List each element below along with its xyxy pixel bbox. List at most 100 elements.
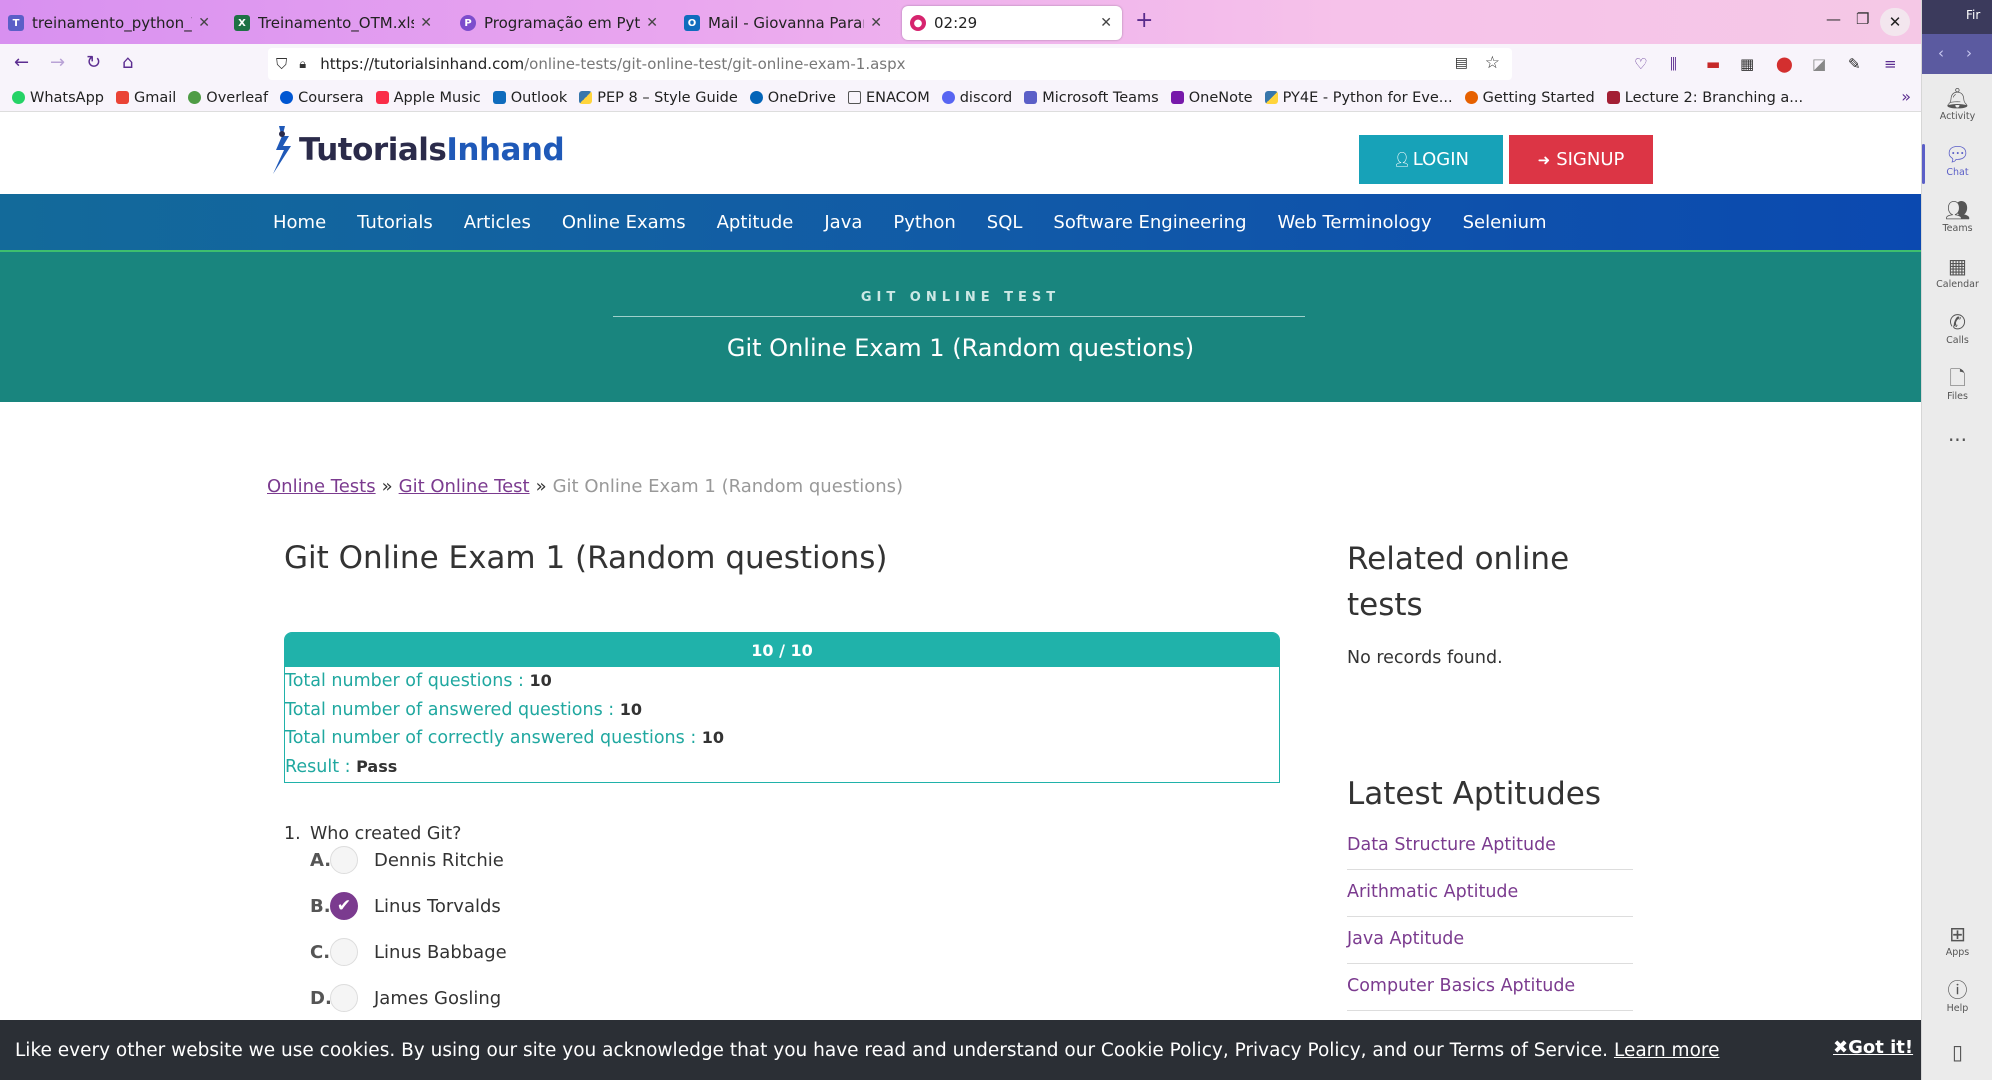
home-icon[interactable]: ⌂ bbox=[122, 52, 133, 73]
teams-icon: 👥︎ bbox=[1944, 198, 1971, 222]
bookmark-item[interactable]: Lecture 2: Branching a... bbox=[1606, 90, 1803, 106]
result-summary: 10 / 10 Total number of questions : 10 T… bbox=[284, 632, 1280, 783]
site-logo[interactable]: TutorialsInhand bbox=[267, 124, 565, 176]
chevron-right-icon[interactable]: » bbox=[1901, 87, 1911, 106]
minimize-icon[interactable]: — bbox=[1826, 10, 1841, 28]
radio-button[interactable] bbox=[330, 846, 358, 874]
bookmark-star-icon[interactable]: ☆ bbox=[1485, 53, 1500, 73]
bookmark-item[interactable]: WhatsApp bbox=[12, 90, 104, 106]
aptitude-link[interactable]: Arithmatic Aptitude bbox=[1347, 870, 1633, 917]
option-text: Linus Babbage bbox=[374, 941, 507, 963]
rail-more[interactable]: ··· bbox=[1922, 428, 1992, 452]
radio-button[interactable] bbox=[330, 938, 358, 966]
nav-web-terminology[interactable]: Web Terminology bbox=[1278, 212, 1432, 233]
rail-apps[interactable]: ⊞ Apps bbox=[1922, 922, 1992, 958]
bookmark-item[interactable]: PEP 8 – Style Guide bbox=[579, 90, 738, 106]
nav-tutorials[interactable]: Tutorials bbox=[357, 212, 433, 233]
got-it-button[interactable]: ✖Got it! bbox=[1833, 1037, 1913, 1058]
answer-option[interactable]: A. Dennis Ritchie bbox=[310, 846, 504, 874]
new-tab-icon[interactable]: + bbox=[1135, 8, 1153, 33]
timer-favicon-icon: ● bbox=[910, 15, 926, 31]
browser-tab-active[interactable]: ● 02:29 ✕ bbox=[902, 6, 1122, 40]
reload-icon[interactable]: ↻ bbox=[86, 52, 101, 73]
rail-back-icon[interactable]: ‹ bbox=[1938, 44, 1944, 62]
extension-icon[interactable]: ▦ bbox=[1740, 55, 1754, 73]
bookmark-item[interactable]: Overleaf bbox=[188, 90, 268, 106]
reader-view-icon[interactable]: ▤ bbox=[1455, 55, 1468, 71]
breadcrumb: Online Tests» Git Online Test» Git Online … bbox=[267, 476, 903, 497]
answer-option[interactable]: C. Linus Babbage bbox=[310, 938, 507, 966]
address-bar[interactable]: ⛉ 🔒︎ https://tutorialsinhand.com/online-… bbox=[268, 48, 1512, 80]
bookmark-label: Gmail bbox=[133, 89, 177, 106]
bookmark-item[interactable]: OneNote bbox=[1170, 90, 1253, 106]
tab-title: treinamento_python_Tea bbox=[32, 14, 192, 32]
restore-icon[interactable]: ❐ bbox=[1856, 10, 1869, 28]
login-button[interactable]: 👤︎ LOGIN bbox=[1359, 135, 1503, 184]
nav-home[interactable]: Home bbox=[273, 212, 326, 233]
radio-button[interactable] bbox=[330, 984, 358, 1012]
rail-calls[interactable]: ✆ Calls bbox=[1922, 310, 1992, 346]
signup-button[interactable]: ➜ SIGNUP bbox=[1509, 135, 1653, 184]
bookmark-item[interactable]: Gmail bbox=[115, 89, 177, 106]
tab-close-icon[interactable]: ✕ bbox=[198, 15, 210, 31]
tracking-shield-icon[interactable]: ⛉ bbox=[276, 55, 287, 73]
aptitude-link[interactable]: Java Aptitude bbox=[1347, 917, 1633, 964]
rail-files[interactable]: 🗋︎ Files bbox=[1922, 366, 1992, 402]
bookmark-item[interactable]: ENACOM bbox=[847, 90, 930, 106]
bookmark-item[interactable]: Outlook bbox=[492, 90, 567, 106]
rail-label: Chat bbox=[1946, 167, 1969, 178]
nav-articles[interactable]: Articles bbox=[464, 212, 531, 233]
more-dots-icon: ··· bbox=[1947, 428, 1968, 452]
browser-tab[interactable]: X Treinamento_OTM.xlsx ✕ bbox=[226, 6, 442, 40]
aptitude-link[interactable]: Computer Basics Aptitude bbox=[1347, 964, 1633, 1011]
menu-icon[interactable]: ≡ bbox=[1884, 55, 1897, 73]
rail-device[interactable]: ▯ bbox=[1922, 1040, 1992, 1064]
window-close-icon[interactable]: ✕ bbox=[1880, 8, 1910, 36]
nav-java[interactable]: Java bbox=[824, 212, 862, 233]
bookmark-item[interactable]: OneDrive bbox=[749, 90, 836, 106]
rail-forward-icon[interactable]: › bbox=[1966, 44, 1972, 62]
nav-aptitude[interactable]: Aptitude bbox=[717, 212, 794, 233]
nav-selenium[interactable]: Selenium bbox=[1463, 212, 1547, 233]
bookmark-item[interactable]: discord bbox=[941, 89, 1013, 106]
extension-icon[interactable]: ⬤ bbox=[1776, 55, 1793, 73]
bookmark-item[interactable]: Apple Music bbox=[375, 90, 481, 106]
bookmark-label: discord bbox=[959, 89, 1013, 106]
bookmark-item[interactable]: Coursera bbox=[280, 90, 364, 106]
bookmark-item[interactable]: PY4E - Python for Eve... bbox=[1264, 90, 1453, 106]
lock-icon[interactable]: 🔒︎ bbox=[299, 57, 306, 72]
pocket-icon[interactable]: ♡ bbox=[1634, 55, 1647, 73]
nav-software-engineering[interactable]: Software Engineering bbox=[1053, 212, 1246, 233]
bookmark-item[interactable]: Getting Started bbox=[1464, 90, 1595, 106]
answer-option[interactable]: D. James Gosling bbox=[310, 984, 501, 1012]
library-icon[interactable]: ⫼ bbox=[1670, 55, 1677, 73]
extension-icon[interactable]: ✎ bbox=[1848, 55, 1861, 73]
tab-close-icon[interactable]: ✕ bbox=[646, 15, 658, 31]
rail-teams[interactable]: 👥︎ Teams bbox=[1922, 198, 1992, 234]
nav-python[interactable]: Python bbox=[893, 212, 955, 233]
rail-calendar[interactable]: ▦ Calendar bbox=[1922, 254, 1992, 290]
aptitude-link[interactable]: Data Structure Aptitude bbox=[1347, 823, 1633, 870]
hero-title: Git Online Exam 1 (Random questions) bbox=[726, 334, 1195, 362]
nav-sql[interactable]: SQL bbox=[987, 212, 1023, 233]
radio-button-checked[interactable]: ✔ bbox=[330, 892, 358, 920]
rail-activity[interactable]: 🔔︎ Activity bbox=[1922, 86, 1992, 122]
browser-tab[interactable]: P Programação em Python ✕ bbox=[452, 6, 668, 40]
bookmark-item[interactable]: Microsoft Teams bbox=[1024, 90, 1159, 106]
answer-option[interactable]: B. ✔ Linus Torvalds bbox=[310, 892, 501, 920]
rail-help[interactable]: ⓘ Help bbox=[1922, 978, 1992, 1014]
extension-icon[interactable]: ▬ bbox=[1706, 55, 1720, 73]
forward-arrow-icon[interactable]: → bbox=[50, 52, 65, 73]
browser-tab[interactable]: O Mail - Giovanna Paranhos ✕ bbox=[676, 6, 892, 40]
nav-online-exams[interactable]: Online Exams bbox=[562, 212, 686, 233]
tab-close-icon[interactable]: ✕ bbox=[420, 15, 432, 31]
extension-icon[interactable]: ◪ bbox=[1812, 55, 1826, 73]
back-arrow-icon[interactable]: ← bbox=[14, 52, 29, 73]
browser-tab[interactable]: T treinamento_python_Tea ✕ bbox=[0, 6, 220, 40]
tab-close-icon[interactable]: ✕ bbox=[1100, 15, 1112, 31]
tab-close-icon[interactable]: ✕ bbox=[870, 15, 882, 31]
learn-more-link[interactable]: Learn more bbox=[1614, 1040, 1720, 1061]
rail-chat[interactable]: 💬︎ Chat bbox=[1922, 142, 1992, 184]
breadcrumb-online-tests[interactable]: Online Tests bbox=[267, 476, 376, 497]
breadcrumb-git-online-test[interactable]: Git Online Test bbox=[399, 476, 530, 497]
